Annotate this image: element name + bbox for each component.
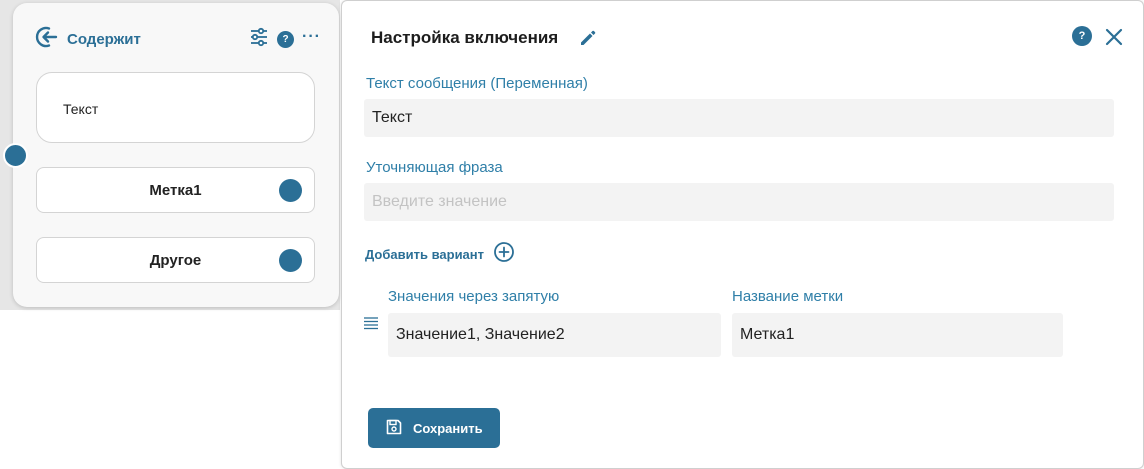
node-text: Текст — [63, 101, 99, 117]
node-header: Содержит ? ··· — [35, 25, 321, 53]
dots-icon[interactable]: ··· — [302, 29, 321, 49]
question-icon[interactable]: ? — [1072, 26, 1092, 46]
settings-panel: Настройка включения ? Текст сообщения (П… — [341, 0, 1144, 469]
add-variant-label: Добавить вариант — [365, 247, 485, 262]
input-port[interactable] — [3, 143, 28, 168]
panel-title: Настройка включения — [371, 28, 559, 47]
node-title: Содержит — [67, 30, 141, 48]
save-button[interactable]: Сохранить — [368, 408, 500, 448]
enter-arrow-icon — [35, 25, 59, 54]
clarify-input[interactable] — [364, 183, 1114, 221]
variant-values-label: Значения через запятую — [388, 288, 560, 305]
add-variant-button[interactable]: Добавить вариант — [365, 241, 515, 268]
save-button-label: Сохранить — [413, 420, 483, 436]
node-label-text: Другое — [149, 251, 202, 269]
drag-handle-icon[interactable] — [363, 316, 379, 335]
node-actions: ? ··· — [249, 27, 321, 52]
pencil-icon[interactable] — [578, 28, 598, 53]
floppy-disk-icon — [385, 418, 403, 439]
variant-name-label: Название метки — [732, 288, 844, 305]
variant-name-input[interactable] — [732, 313, 1063, 357]
sliders-icon[interactable] — [249, 27, 269, 52]
clarify-label: Уточняющая фраза — [366, 159, 503, 176]
node-text-block[interactable]: Текст — [36, 72, 315, 143]
condition-node[interactable]: Содержит ? ··· Текст Метка1 Другое — [13, 3, 339, 307]
node-label-row[interactable]: Метка1 — [36, 167, 315, 213]
message-label: Текст сообщения (Переменная) — [366, 75, 588, 92]
close-icon[interactable] — [1104, 27, 1124, 52]
plus-circle-icon — [493, 241, 515, 268]
node-label-row[interactable]: Другое — [36, 237, 315, 283]
output-port[interactable] — [279, 249, 302, 272]
node-label-text: Метка1 — [149, 181, 202, 199]
message-input[interactable] — [364, 99, 1114, 137]
question-icon[interactable]: ? — [277, 30, 295, 48]
output-port[interactable] — [279, 179, 302, 202]
variant-values-input[interactable] — [388, 313, 721, 357]
